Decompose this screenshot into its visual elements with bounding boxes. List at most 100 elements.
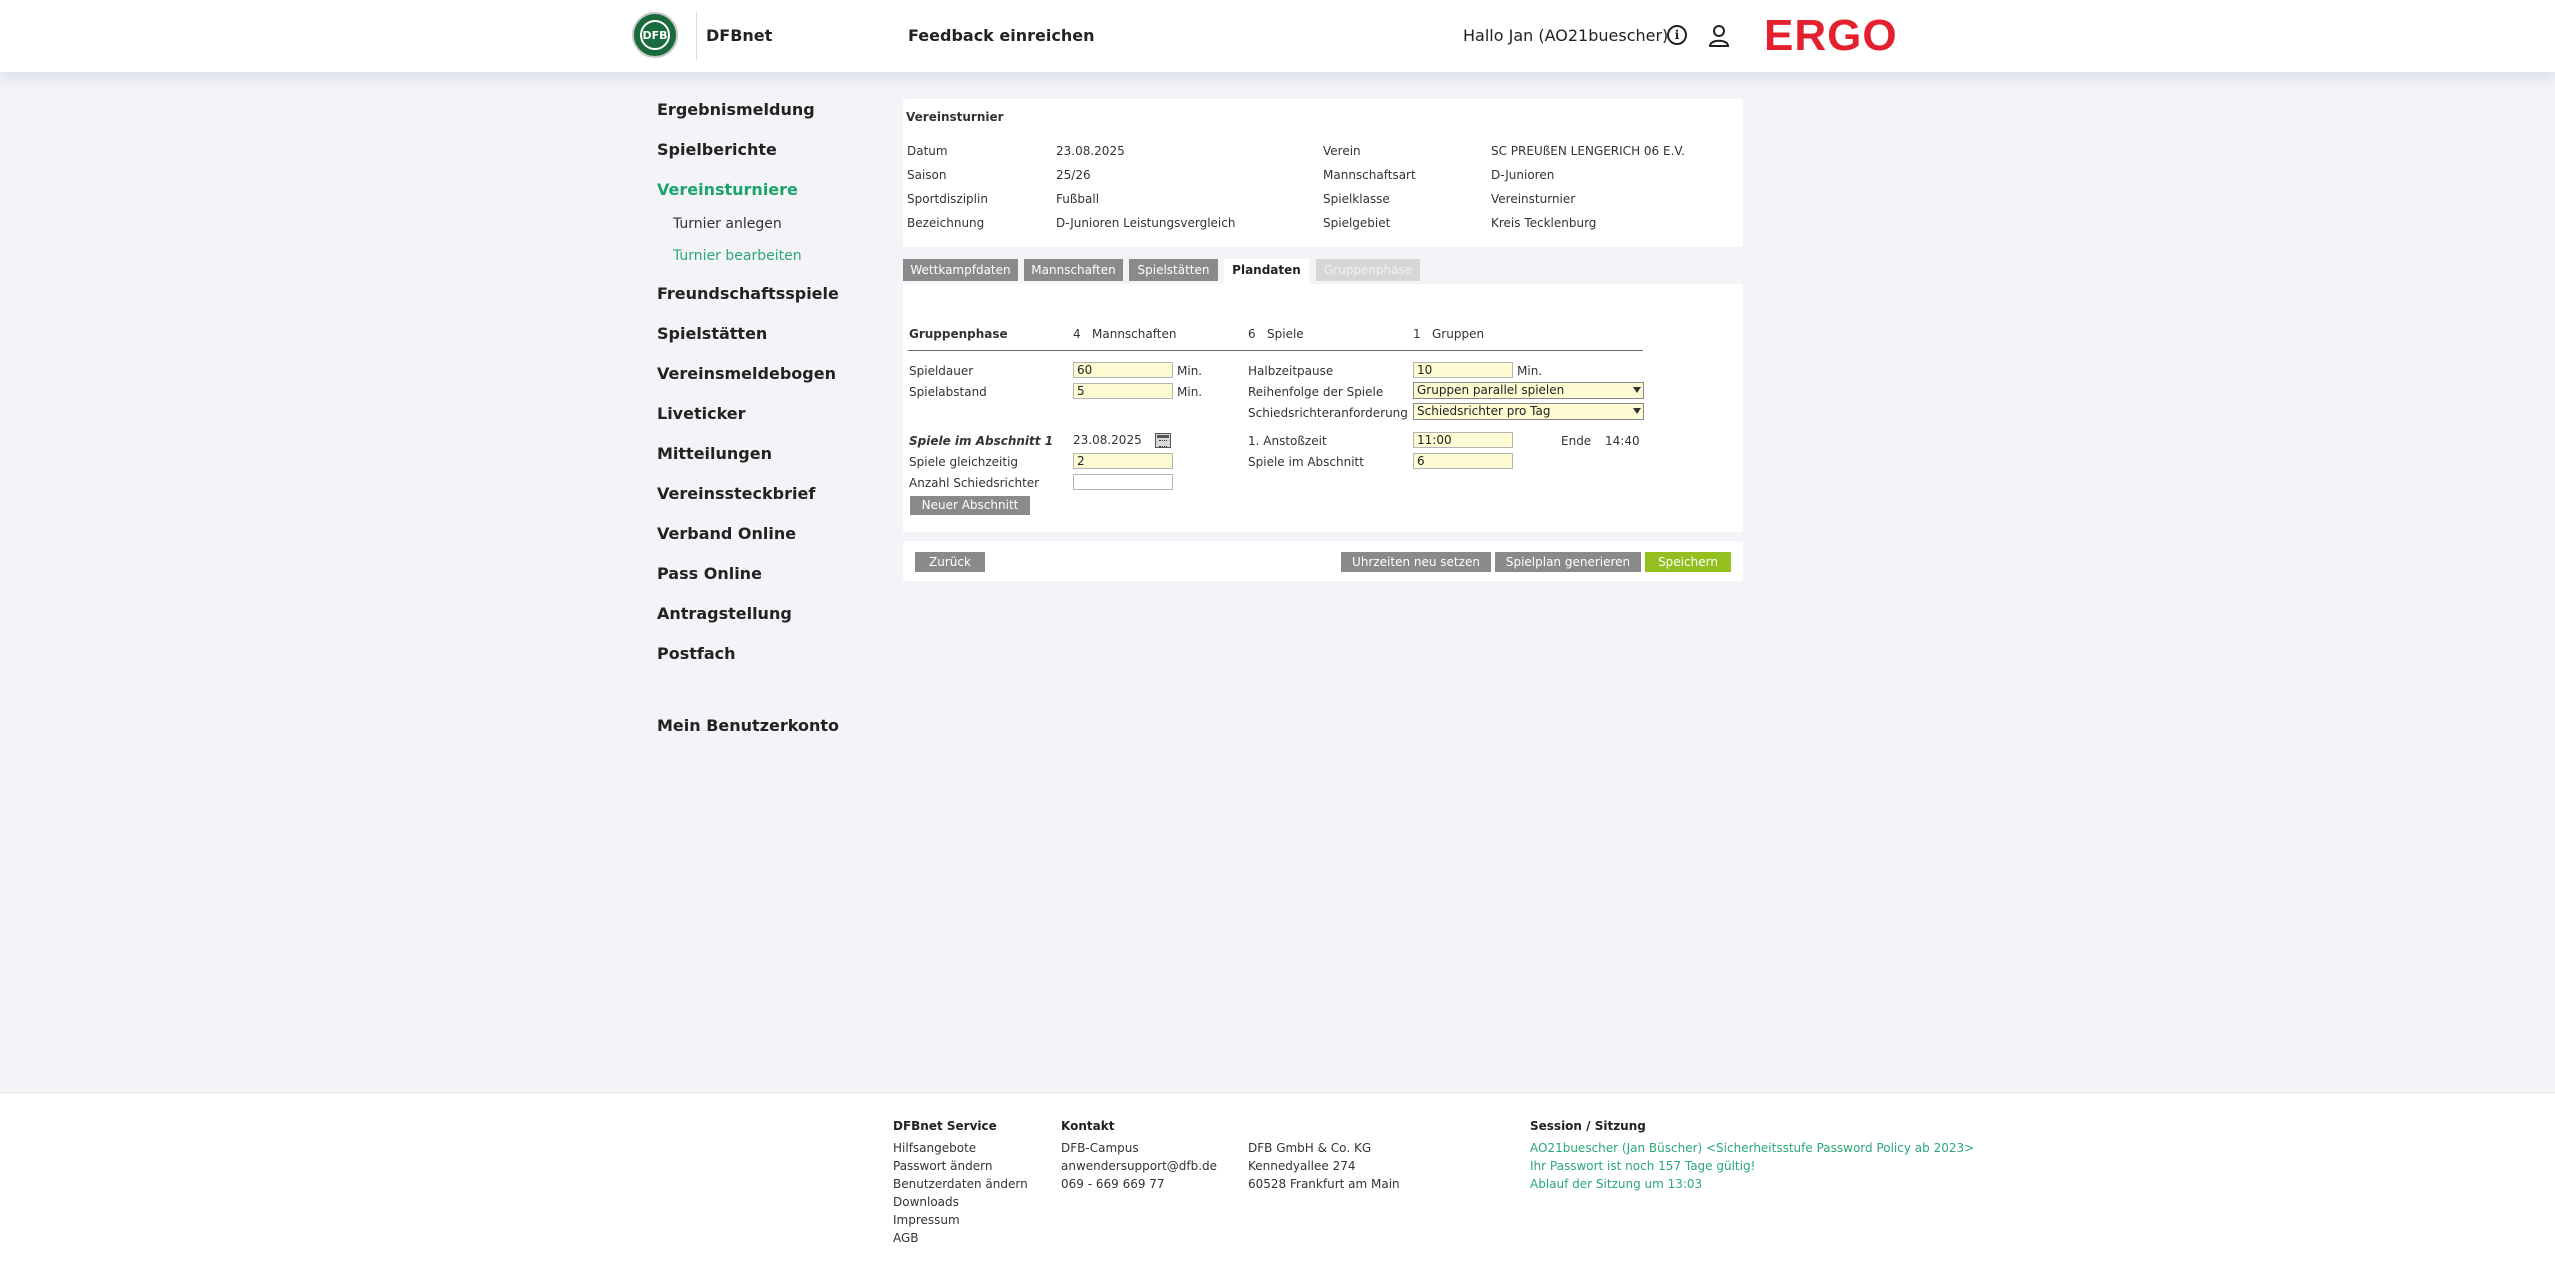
feedback-link[interactable]: Feedback einreichen: [908, 26, 1094, 45]
dfb-logo-icon[interactable]: DFB: [632, 12, 678, 58]
sidebar-item-vereinsmeldebogen[interactable]: Vereinsmeldebogen: [657, 364, 836, 383]
info-label-spielklasse: Spielklasse: [1323, 192, 1390, 206]
halbzeit-label: Halbzeitpause: [1248, 364, 1334, 378]
abschnitt-heading: Spiele im Abschnitt 1: [909, 434, 1054, 448]
schiri-anforderung-select[interactable]: Schiedsrichter pro Tag: [1413, 403, 1644, 420]
back-button[interactable]: Zurück: [915, 552, 985, 572]
footer-service-title: DFBnet Service: [893, 1119, 997, 1133]
info-value-verein: SC PREUßEN LENGERICH 06 E.V.: [1491, 144, 1685, 158]
tab-plandaten[interactable]: Plandaten: [1224, 259, 1309, 284]
info-label-mannschaftsart: Mannschaftsart: [1323, 168, 1416, 182]
abschnitt-date: 23.08.2025: [1073, 433, 1142, 447]
sidebar-item-liveticker[interactable]: Liveticker: [657, 404, 746, 423]
sidebar-item-spielberichte[interactable]: Spielberichte: [657, 140, 777, 159]
sidebar-item-freundschaftsspiele[interactable]: Freundschaftsspiele: [657, 284, 839, 303]
footer-contact-email[interactable]: anwendersupport@dfb.de: [1061, 1159, 1217, 1173]
tab-wettkampfdaten[interactable]: Wettkampfdaten: [903, 259, 1018, 281]
schiri-anforderung-label: Schiedsrichteranforderung: [1248, 406, 1408, 420]
sidebar-item-spielstaetten[interactable]: Spielstätten: [657, 324, 767, 343]
info-label-bezeichnung: Bezeichnung: [907, 216, 985, 230]
footer-address-company: DFB GmbH & Co. KG: [1248, 1141, 1372, 1155]
footer-link-downloads[interactable]: Downloads: [893, 1195, 959, 1209]
ende-label: Ende: [1561, 434, 1592, 448]
brand-name[interactable]: DFBnet: [706, 26, 772, 45]
page-footer: DFBnet Service Hilfsangebote Passwort än…: [0, 1092, 2555, 1270]
groups-count: 1: [1413, 327, 1421, 341]
phase-divider: [908, 350, 1643, 351]
spieldauer-input[interactable]: 60: [1073, 362, 1173, 378]
halbzeit-unit: Min.: [1517, 364, 1543, 378]
gleichzeitig-label: Spiele gleichzeitig: [909, 455, 1019, 469]
spieldauer-unit: Min.: [1177, 364, 1203, 378]
chevron-down-icon: [1633, 408, 1641, 414]
footer-link-impressum[interactable]: Impressum: [893, 1213, 960, 1227]
info-value-saison: 25/26: [1056, 168, 1091, 182]
sidebar-item-vereinsturniere[interactable]: Vereinsturniere: [657, 180, 798, 199]
sidebar-item-antragstellung[interactable]: Antragstellung: [657, 604, 792, 623]
reset-times-button[interactable]: Uhrzeiten neu setzen: [1341, 552, 1491, 572]
sidebar-item-mitteilungen[interactable]: Mitteilungen: [657, 444, 772, 463]
spielabstand-unit: Min.: [1177, 385, 1203, 399]
footer-contact-phone: 069 - 669 669 77: [1061, 1177, 1165, 1191]
anzahl-schiri-input[interactable]: [1073, 474, 1173, 490]
save-button[interactable]: Speichern: [1645, 552, 1731, 572]
spielabstand-label: Spielabstand: [909, 385, 987, 399]
halbzeit-input[interactable]: 10: [1413, 362, 1513, 378]
footer-address-city: 60528 Frankfurt am Main: [1248, 1177, 1400, 1191]
tab-spielstaetten[interactable]: Spielstätten: [1129, 259, 1218, 281]
footer-link-benutzerdaten[interactable]: Benutzerdaten ändern: [893, 1177, 1028, 1191]
spielabstand-input[interactable]: 5: [1073, 383, 1173, 399]
info-icon[interactable]: i: [1667, 25, 1687, 45]
footer-link-agb[interactable]: AGB: [893, 1231, 919, 1245]
footer-session-expiry: Ablauf der Sitzung um 13:03: [1530, 1177, 1703, 1191]
footer-link-passwort[interactable]: Passwort ändern: [893, 1159, 992, 1173]
teams-label: Mannschaften: [1092, 327, 1177, 341]
games-label: Spiele: [1267, 327, 1304, 341]
info-label-verein: Verein: [1323, 144, 1361, 158]
phase-label: Gruppenphase: [909, 327, 1008, 341]
top-header: DFB DFBnet Feedback einreichen Hallo Jan…: [0, 0, 2555, 72]
tab-gruppenphase: Gruppenphase: [1316, 259, 1420, 281]
anstoss-input[interactable]: 11:00: [1413, 432, 1513, 448]
ergo-logo[interactable]: ERGO: [1764, 12, 1898, 60]
footer-link-hilfsangebote[interactable]: Hilfsangebote: [893, 1141, 976, 1155]
logo-divider: [696, 12, 697, 60]
info-value-sportdisziplin: Fußball: [1056, 192, 1100, 206]
sidebar-item-postfach[interactable]: Postfach: [657, 644, 736, 663]
reihenfolge-label: Reihenfolge der Spiele: [1248, 385, 1384, 399]
user-icon[interactable]: [1708, 24, 1730, 48]
chevron-down-icon: [1633, 387, 1641, 393]
spiele-abschnitt-input[interactable]: 6: [1413, 453, 1513, 469]
tournament-title: Vereinsturnier: [906, 110, 1004, 124]
footer-session-user[interactable]: AO21buescher (Jan Büscher) <Sicherheitss…: [1530, 1141, 1974, 1155]
info-label-sportdisziplin: Sportdisziplin: [907, 192, 988, 206]
groups-label: Gruppen: [1432, 327, 1485, 341]
sidebar-subitem-turnier-bearbeiten[interactable]: Turnier bearbeiten: [673, 248, 802, 264]
sidebar-item-ergebnismeldung[interactable]: Ergebnismeldung: [657, 100, 815, 119]
info-value-spielklasse: Vereinsturnier: [1491, 192, 1576, 206]
info-label-spielgebiet: Spielgebiet: [1323, 216, 1391, 230]
reihenfolge-select[interactable]: Gruppen parallel spielen: [1413, 382, 1644, 399]
sidebar-item-verband-online[interactable]: Verband Online: [657, 524, 796, 543]
games-count: 6: [1248, 327, 1256, 341]
calendar-icon[interactable]: [1155, 433, 1171, 448]
sidebar-item-mein-benutzerkonto[interactable]: Mein Benutzerkonto: [657, 716, 839, 735]
sidebar-subitem-turnier-anlegen[interactable]: Turnier anlegen: [673, 216, 782, 232]
info-label-saison: Saison: [907, 168, 947, 182]
sidebar-item-vereinssteckbrief[interactable]: Vereinssteckbrief: [657, 484, 815, 503]
tab-mannschaften[interactable]: Mannschaften: [1024, 259, 1123, 281]
spiele-abschnitt-label: Spiele im Abschnitt: [1248, 455, 1364, 469]
generate-plan-button[interactable]: Spielplan generieren: [1495, 552, 1641, 572]
anzahl-schiri-label: Anzahl Schiedsrichter: [909, 476, 1040, 490]
teams-count: 4: [1073, 327, 1081, 341]
dfb-logo-text: DFB: [640, 20, 670, 50]
gleichzeitig-input[interactable]: 2: [1073, 453, 1173, 469]
anstoss-label: 1. Anstoßzeit: [1248, 434, 1327, 448]
info-value-mannschaftsart: D-Junioren: [1491, 168, 1555, 182]
info-value-spielgebiet: Kreis Tecklenburg: [1491, 216, 1597, 230]
neuer-abschnitt-button[interactable]: Neuer Abschnitt: [910, 496, 1030, 515]
info-value-bezeichnung: D-Junioren Leistungsvergleich: [1056, 216, 1236, 230]
footer-session-title: Session / Sitzung: [1530, 1119, 1646, 1133]
footer-contact-campus: DFB-Campus: [1061, 1141, 1139, 1155]
sidebar-item-pass-online[interactable]: Pass Online: [657, 564, 762, 583]
